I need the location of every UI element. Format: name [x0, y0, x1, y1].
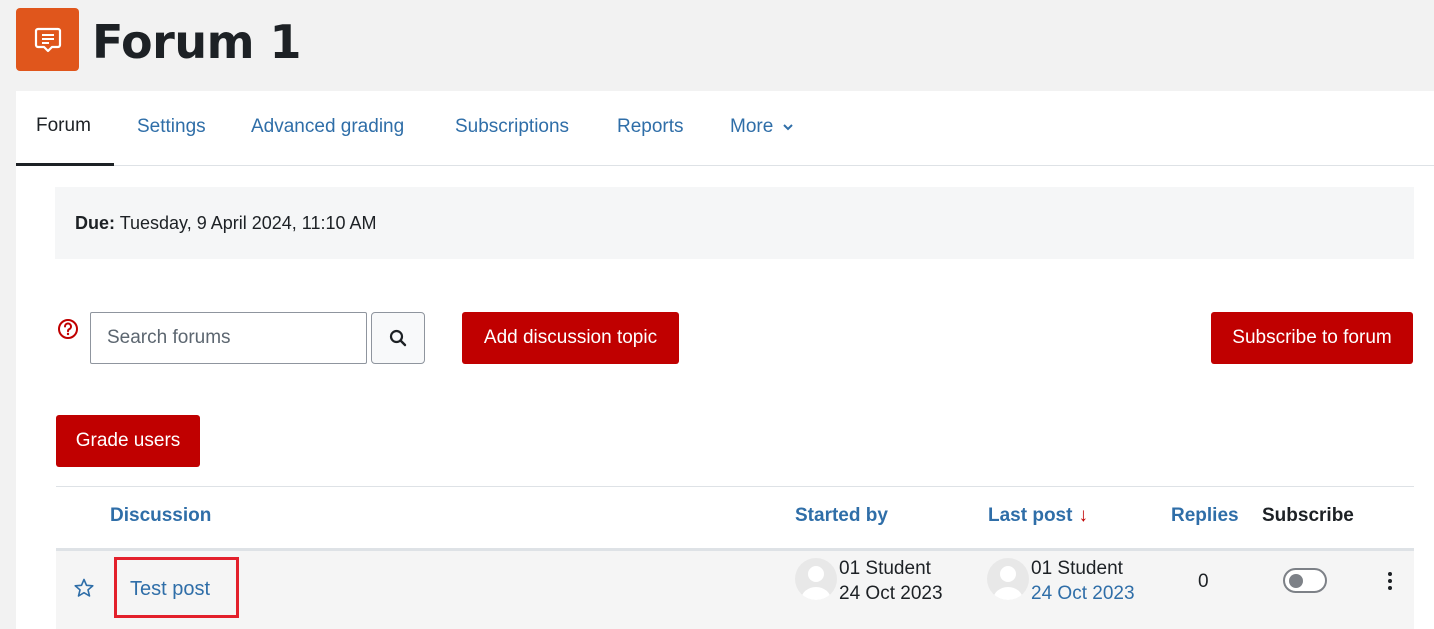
- grade-users-button[interactable]: Grade users: [56, 415, 200, 467]
- last-post-date-link[interactable]: 24 Oct 2023: [1031, 581, 1135, 606]
- header-last-post[interactable]: Last post ↓: [988, 505, 1088, 527]
- tab-label: Reports: [617, 116, 684, 137]
- secondary-navigation: Forum Settings Advanced grading Subscrip…: [16, 91, 1434, 166]
- page-title: Forum 1: [92, 15, 302, 69]
- toggle-knob: [1289, 574, 1303, 588]
- table-divider: [56, 486, 1414, 487]
- due-value: Tuesday, 9 April 2024, 11:10 AM: [119, 213, 377, 233]
- star-icon[interactable]: [73, 577, 95, 599]
- subscribe-toggle[interactable]: [1283, 568, 1327, 593]
- started-by-name[interactable]: 01 Student: [839, 556, 931, 581]
- tab-label: Forum: [36, 115, 91, 136]
- due-label: Due:: [75, 213, 115, 233]
- tab-reports[interactable]: Reports: [617, 91, 684, 166]
- tab-advanced-grading[interactable]: Advanced grading: [251, 91, 404, 166]
- discussion-title-link[interactable]: Test post: [130, 578, 210, 601]
- header-discussion[interactable]: Discussion: [110, 505, 211, 527]
- help-icon[interactable]: [57, 318, 79, 340]
- header-replies[interactable]: Replies: [1171, 505, 1239, 527]
- tab-subscriptions[interactable]: Subscriptions: [455, 91, 569, 166]
- sort-descending-icon: ↓: [1078, 505, 1088, 526]
- tab-label: Settings: [137, 116, 206, 137]
- more-options-icon[interactable]: [1382, 569, 1398, 593]
- search-input[interactable]: [90, 312, 367, 364]
- tab-label: More: [730, 116, 774, 137]
- search-button[interactable]: [371, 312, 425, 364]
- header-subscribe: Subscribe: [1262, 505, 1354, 526]
- user-icon: [801, 566, 831, 600]
- tab-settings[interactable]: Settings: [137, 91, 206, 166]
- started-by-date: 24 Oct 2023: [839, 583, 943, 604]
- chevron-down-icon: [782, 124, 793, 131]
- tab-label: Subscriptions: [455, 116, 570, 137]
- avatar[interactable]: [987, 558, 1029, 600]
- due-date-info: Due: Tuesday, 9 April 2024, 11:10 AM: [55, 187, 1414, 259]
- add-discussion-button[interactable]: Add discussion topic: [462, 312, 679, 364]
- subscribe-forum-button[interactable]: Subscribe to forum: [1211, 312, 1413, 364]
- tab-forum[interactable]: Forum: [16, 91, 114, 166]
- replies-count[interactable]: 0: [1198, 569, 1209, 594]
- header-started-by[interactable]: Started by: [795, 505, 888, 527]
- header-last-post-label: Last post: [988, 505, 1073, 526]
- page-header: Forum 1: [0, 0, 1434, 91]
- search-icon: [389, 329, 407, 347]
- user-icon: [993, 566, 1023, 600]
- tab-label: Advanced grading: [251, 116, 405, 137]
- forum-icon: [16, 8, 79, 71]
- main-content: Forum Settings Advanced grading Subscrip…: [16, 91, 1434, 629]
- tab-more[interactable]: More: [730, 91, 793, 166]
- last-post-name[interactable]: 01 Student: [1031, 556, 1123, 581]
- table-row: Test post 01 Student 24 Oct 2023 01 Stud…: [56, 551, 1414, 629]
- avatar[interactable]: [795, 558, 837, 600]
